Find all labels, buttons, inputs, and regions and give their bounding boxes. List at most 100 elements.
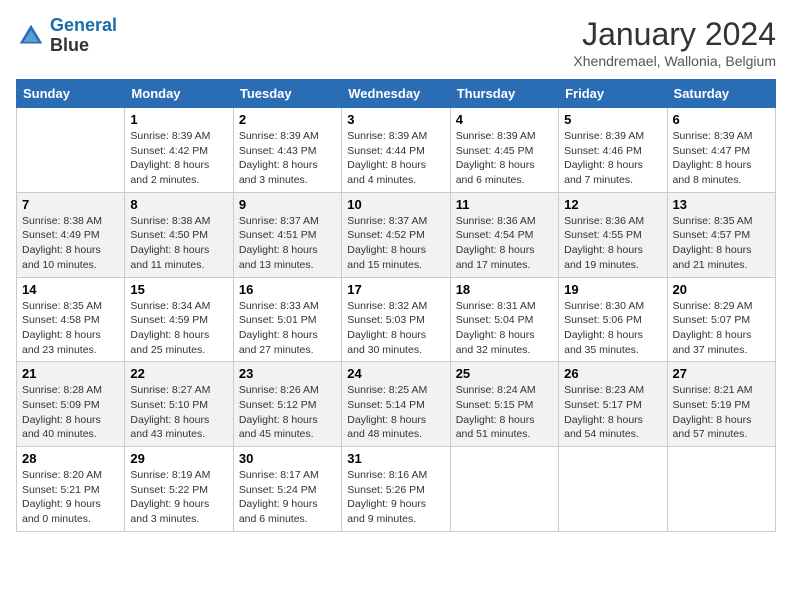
calendar-cell: 12 Sunrise: 8:36 AMSunset: 4:55 PMDayligh… bbox=[559, 192, 667, 277]
day-detail: Sunrise: 8:19 AMSunset: 5:22 PMDaylight:… bbox=[130, 468, 227, 527]
calendar-cell: 20 Sunrise: 8:29 AMSunset: 5:07 PMDayligh… bbox=[667, 277, 775, 362]
day-number: 23 bbox=[239, 366, 336, 381]
day-number: 17 bbox=[347, 282, 444, 297]
day-number: 6 bbox=[673, 112, 770, 127]
day-number: 15 bbox=[130, 282, 227, 297]
calendar-cell: 16 Sunrise: 8:33 AMSunset: 5:01 PMDayligh… bbox=[233, 277, 341, 362]
logo-line1: General bbox=[50, 15, 117, 35]
day-detail: Sunrise: 8:25 AMSunset: 5:14 PMDaylight:… bbox=[347, 383, 444, 442]
calendar-cell: 15 Sunrise: 8:34 AMSunset: 4:59 PMDayligh… bbox=[125, 277, 233, 362]
day-number: 28 bbox=[22, 451, 119, 466]
calendar-cell: 30 Sunrise: 8:17 AMSunset: 5:24 PMDayligh… bbox=[233, 447, 341, 532]
day-number: 11 bbox=[456, 197, 553, 212]
day-detail: Sunrise: 8:31 AMSunset: 5:04 PMDaylight:… bbox=[456, 299, 553, 358]
day-number: 3 bbox=[347, 112, 444, 127]
day-detail: Sunrise: 8:28 AMSunset: 5:09 PMDaylight:… bbox=[22, 383, 119, 442]
col-header-thursday: Thursday bbox=[450, 80, 558, 108]
calendar-week-row: 14 Sunrise: 8:35 AMSunset: 4:58 PMDayligh… bbox=[17, 277, 776, 362]
calendar-cell: 7 Sunrise: 8:38 AMSunset: 4:49 PMDaylight… bbox=[17, 192, 125, 277]
calendar-cell: 26 Sunrise: 8:23 AMSunset: 5:17 PMDayligh… bbox=[559, 362, 667, 447]
day-number: 5 bbox=[564, 112, 661, 127]
day-number: 22 bbox=[130, 366, 227, 381]
day-number: 1 bbox=[130, 112, 227, 127]
day-number: 13 bbox=[673, 197, 770, 212]
day-number: 8 bbox=[130, 197, 227, 212]
day-detail: Sunrise: 8:21 AMSunset: 5:19 PMDaylight:… bbox=[673, 383, 770, 442]
day-detail: Sunrise: 8:39 AMSunset: 4:44 PMDaylight:… bbox=[347, 129, 444, 188]
month-title: January 2024 bbox=[573, 16, 776, 53]
day-number: 7 bbox=[22, 197, 119, 212]
day-detail: Sunrise: 8:17 AMSunset: 5:24 PMDaylight:… bbox=[239, 468, 336, 527]
day-detail: Sunrise: 8:34 AMSunset: 4:59 PMDaylight:… bbox=[130, 299, 227, 358]
day-detail: Sunrise: 8:27 AMSunset: 5:10 PMDaylight:… bbox=[130, 383, 227, 442]
day-number: 26 bbox=[564, 366, 661, 381]
col-header-saturday: Saturday bbox=[667, 80, 775, 108]
day-number: 20 bbox=[673, 282, 770, 297]
day-number: 14 bbox=[22, 282, 119, 297]
calendar-week-row: 1 Sunrise: 8:39 AMSunset: 4:42 PMDaylight… bbox=[17, 108, 776, 193]
calendar-cell: 29 Sunrise: 8:19 AMSunset: 5:22 PMDayligh… bbox=[125, 447, 233, 532]
logo-text: General Blue bbox=[50, 16, 117, 56]
calendar-cell: 18 Sunrise: 8:31 AMSunset: 5:04 PMDayligh… bbox=[450, 277, 558, 362]
calendar-cell: 17 Sunrise: 8:32 AMSunset: 5:03 PMDayligh… bbox=[342, 277, 450, 362]
day-number: 30 bbox=[239, 451, 336, 466]
day-number: 24 bbox=[347, 366, 444, 381]
calendar-cell: 2 Sunrise: 8:39 AMSunset: 4:43 PMDaylight… bbox=[233, 108, 341, 193]
day-number: 18 bbox=[456, 282, 553, 297]
day-detail: Sunrise: 8:37 AMSunset: 4:51 PMDaylight:… bbox=[239, 214, 336, 273]
day-number: 2 bbox=[239, 112, 336, 127]
day-detail: Sunrise: 8:33 AMSunset: 5:01 PMDaylight:… bbox=[239, 299, 336, 358]
day-number: 29 bbox=[130, 451, 227, 466]
day-number: 19 bbox=[564, 282, 661, 297]
day-number: 12 bbox=[564, 197, 661, 212]
day-number: 31 bbox=[347, 451, 444, 466]
day-detail: Sunrise: 8:23 AMSunset: 5:17 PMDaylight:… bbox=[564, 383, 661, 442]
day-detail: Sunrise: 8:39 AMSunset: 4:42 PMDaylight:… bbox=[130, 129, 227, 188]
calendar-cell: 27Sunrise: 8:21 AMSunset: 5:19 PMDayligh… bbox=[667, 362, 775, 447]
calendar-header-row: SundayMondayTuesdayWednesdayThursdayFrid… bbox=[17, 80, 776, 108]
day-detail: Sunrise: 8:36 AMSunset: 4:54 PMDaylight:… bbox=[456, 214, 553, 273]
day-number: 4 bbox=[456, 112, 553, 127]
col-header-friday: Friday bbox=[559, 80, 667, 108]
calendar-cell: 23Sunrise: 8:26 AMSunset: 5:12 PMDayligh… bbox=[233, 362, 341, 447]
day-detail: Sunrise: 8:39 AMSunset: 4:43 PMDaylight:… bbox=[239, 129, 336, 188]
logo: General Blue bbox=[16, 16, 117, 56]
day-detail: Sunrise: 8:38 AMSunset: 4:49 PMDaylight:… bbox=[22, 214, 119, 273]
calendar-cell bbox=[559, 447, 667, 532]
day-detail: Sunrise: 8:35 AMSunset: 4:57 PMDaylight:… bbox=[673, 214, 770, 273]
day-number: 9 bbox=[239, 197, 336, 212]
calendar-cell: 11 Sunrise: 8:36 AMSunset: 4:54 PMDayligh… bbox=[450, 192, 558, 277]
day-number: 16 bbox=[239, 282, 336, 297]
day-detail: Sunrise: 8:24 AMSunset: 5:15 PMDaylight:… bbox=[456, 383, 553, 442]
calendar-cell: 3 Sunrise: 8:39 AMSunset: 4:44 PMDaylight… bbox=[342, 108, 450, 193]
calendar-cell: 4Sunrise: 8:39 AMSunset: 4:45 PMDaylight… bbox=[450, 108, 558, 193]
day-detail: Sunrise: 8:35 AMSunset: 4:58 PMDaylight:… bbox=[22, 299, 119, 358]
calendar-cell: 19Sunrise: 8:30 AMSunset: 5:06 PMDayligh… bbox=[559, 277, 667, 362]
calendar-table: SundayMondayTuesdayWednesdayThursdayFrid… bbox=[16, 79, 776, 532]
calendar-cell bbox=[450, 447, 558, 532]
day-detail: Sunrise: 8:39 AMSunset: 4:47 PMDaylight:… bbox=[673, 129, 770, 188]
day-detail: Sunrise: 8:32 AMSunset: 5:03 PMDaylight:… bbox=[347, 299, 444, 358]
calendar-cell: 22 Sunrise: 8:27 AMSunset: 5:10 PMDayligh… bbox=[125, 362, 233, 447]
day-detail: Sunrise: 8:16 AMSunset: 5:26 PMDaylight:… bbox=[347, 468, 444, 527]
calendar-cell: 10Sunrise: 8:37 AMSunset: 4:52 PMDayligh… bbox=[342, 192, 450, 277]
calendar-cell: 21Sunrise: 8:28 AMSunset: 5:09 PMDayligh… bbox=[17, 362, 125, 447]
col-header-wednesday: Wednesday bbox=[342, 80, 450, 108]
day-detail: Sunrise: 8:20 AMSunset: 5:21 PMDaylight:… bbox=[22, 468, 119, 527]
location-subtitle: Xhendremael, Wallonia, Belgium bbox=[573, 53, 776, 69]
calendar-week-row: 28 Sunrise: 8:20 AMSunset: 5:21 PMDayligh… bbox=[17, 447, 776, 532]
day-number: 25 bbox=[456, 366, 553, 381]
day-detail: Sunrise: 8:29 AMSunset: 5:07 PMDaylight:… bbox=[673, 299, 770, 358]
calendar-cell: 1 Sunrise: 8:39 AMSunset: 4:42 PMDaylight… bbox=[125, 108, 233, 193]
calendar-week-row: 7 Sunrise: 8:38 AMSunset: 4:49 PMDaylight… bbox=[17, 192, 776, 277]
calendar-cell: 24 Sunrise: 8:25 AMSunset: 5:14 PMDayligh… bbox=[342, 362, 450, 447]
calendar-cell bbox=[667, 447, 775, 532]
logo-line2: Blue bbox=[50, 36, 117, 56]
calendar-cell: 14 Sunrise: 8:35 AMSunset: 4:58 PMDayligh… bbox=[17, 277, 125, 362]
col-header-sunday: Sunday bbox=[17, 80, 125, 108]
col-header-tuesday: Tuesday bbox=[233, 80, 341, 108]
page-header: General Blue January 2024 Xhendremael, W… bbox=[16, 16, 776, 69]
day-detail: Sunrise: 8:38 AMSunset: 4:50 PMDaylight:… bbox=[130, 214, 227, 273]
day-detail: Sunrise: 8:36 AMSunset: 4:55 PMDaylight:… bbox=[564, 214, 661, 273]
logo-icon bbox=[16, 21, 46, 51]
